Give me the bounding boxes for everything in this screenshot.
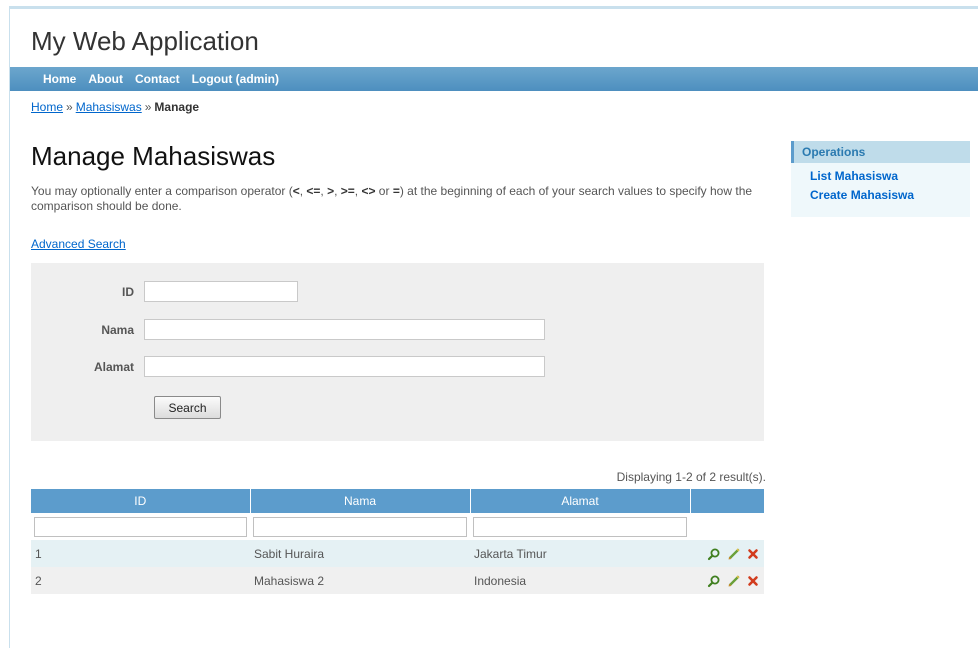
delete-icon[interactable] <box>746 547 760 561</box>
view-icon[interactable] <box>707 547 721 561</box>
table-row: 2 Mahasiswa 2 Indonesia <box>31 567 764 594</box>
nama-label: Nama <box>101 322 134 337</box>
search-row-alamat: Alamat <box>31 356 545 377</box>
id-field[interactable] <box>144 281 298 302</box>
alamat-label: Alamat <box>93 359 134 374</box>
main-menu: Home About Contact Logout (admin) <box>10 67 978 91</box>
cell-alamat: Jakarta Timur <box>470 540 690 567</box>
page-title: Manage Mahasiswas <box>31 141 276 171</box>
sidebar-item-list-mahasiswa[interactable]: List Mahasiswa <box>810 169 898 183</box>
table-row: 1 Sabit Huraira Jakarta Timur <box>31 540 764 567</box>
breadcrumb: Home» Mahasiswas» Manage <box>31 100 199 114</box>
filter-row <box>31 513 764 540</box>
cell-nama: Sabit Huraira <box>250 540 470 567</box>
menu-item-contact[interactable]: Contact <box>135 67 180 91</box>
search-form: ID Nama Alamat Search <box>31 263 764 441</box>
breadcrumb-current: Manage <box>154 100 200 114</box>
menu-item-home[interactable]: Home <box>43 67 76 91</box>
menu-item-logout[interactable]: Logout (admin) <box>192 67 279 91</box>
grid-header-row: ID Nama Alamat <box>31 489 764 513</box>
filter-id-input[interactable] <box>34 516 247 537</box>
cell-nama: Mahasiswa 2 <box>250 567 470 594</box>
site-title: My Web Application <box>31 26 259 56</box>
id-label: ID <box>122 284 134 299</box>
alamat-field[interactable] <box>144 356 545 377</box>
row-actions <box>690 540 764 567</box>
filter-alamat-input[interactable] <box>473 516 687 537</box>
grid-summary: Displaying 1-2 of 2 result(s). <box>616 470 766 484</box>
delete-icon[interactable] <box>746 574 760 588</box>
breadcrumb-separator: » <box>144 100 152 114</box>
cell-id: 2 <box>31 567 250 594</box>
breadcrumb-home-link[interactable]: Home <box>31 100 63 114</box>
column-header-alamat[interactable]: Alamat <box>470 489 691 513</box>
view-icon[interactable] <box>707 574 721 588</box>
row-actions <box>690 567 764 594</box>
sidebar-item-create-mahasiswa[interactable]: Create Mahasiswa <box>810 188 914 202</box>
cell-alamat: Indonesia <box>470 567 690 594</box>
column-header-id[interactable]: ID <box>31 489 251 513</box>
filter-nama-input[interactable] <box>253 516 467 537</box>
intro-text: You may optionally enter a comparison op… <box>31 184 753 213</box>
cell-id: 1 <box>31 540 250 567</box>
column-header-nama[interactable]: Nama <box>250 489 471 513</box>
search-button[interactable]: Search <box>154 396 221 419</box>
breadcrumb-separator: » <box>66 100 73 114</box>
search-row-nama: Nama <box>31 319 545 340</box>
search-row-id: ID <box>31 281 298 302</box>
nama-field[interactable] <box>144 319 545 340</box>
menu-item-about[interactable]: About <box>88 67 123 91</box>
sidebar-title: Operations <box>791 141 970 163</box>
advanced-search-link[interactable]: Advanced Search <box>31 237 126 251</box>
update-icon[interactable] <box>727 547 741 561</box>
update-icon[interactable] <box>727 574 741 588</box>
results-grid: ID Nama Alamat 1 Sabit Huraira Jakarta T… <box>31 489 764 594</box>
column-header-actions <box>690 489 764 513</box>
operations-sidebar: Operations List Mahasiswa Create Mahasis… <box>791 141 970 217</box>
breadcrumb-section-link[interactable]: Mahasiswas <box>76 100 142 114</box>
